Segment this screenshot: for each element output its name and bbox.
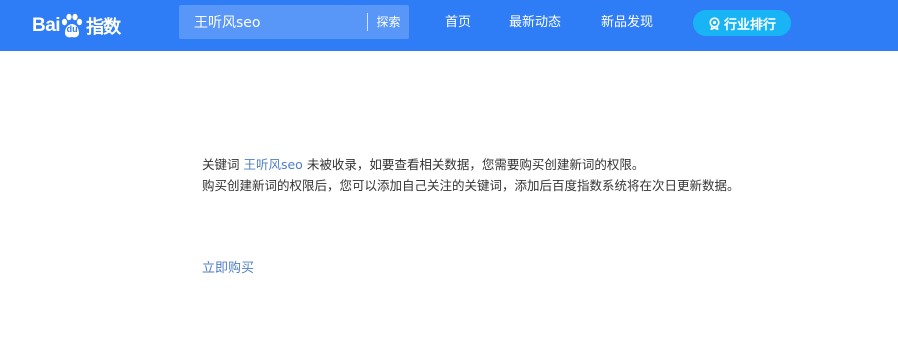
- baidu-index-logo[interactable]: Bai du 指数: [32, 8, 142, 44]
- nav-latest-news[interactable]: 最新动态: [509, 14, 561, 32]
- keyword-highlight: 王听风seo: [243, 157, 303, 172]
- top-header: Bai du 指数 探索 首页 最新动态 新品发现 行业排行: [0, 0, 898, 51]
- unindexed-keyword-message: 关键词 王听风seo 未被收录，如要查看相关数据，您需要购买创建新词的权限。 购…: [202, 154, 842, 196]
- message-prefix: 关键词: [202, 157, 244, 172]
- industry-ranking-button[interactable]: 行业排行: [693, 10, 791, 36]
- message-line-1: 关键词 王听风seo 未被收录，如要查看相关数据，您需要购买创建新词的权限。: [202, 154, 842, 175]
- search-box: 探索: [179, 5, 409, 39]
- explore-button[interactable]: 探索: [368, 5, 409, 39]
- buy-now-link[interactable]: 立即购买: [202, 260, 254, 278]
- nav-new-products[interactable]: 新品发现: [601, 14, 653, 32]
- trophy-icon: [708, 16, 721, 30]
- logo-text-bai: Bai: [32, 15, 61, 36]
- message-line-2: 购买创建新词的权限后，您可以添加自己关注的关键词，添加后百度指数系统将在次日更新…: [202, 178, 740, 193]
- logo-text-zhishu: 指数: [86, 17, 121, 38]
- message-suffix: 未被收录，如要查看相关数据，您需要购买创建新词的权限。: [302, 157, 645, 172]
- logo-text-du: du: [66, 24, 78, 34]
- ranking-button-label: 行业排行: [723, 17, 776, 33]
- nav-home[interactable]: 首页: [445, 14, 471, 32]
- search-input[interactable]: [179, 5, 367, 39]
- paw-icon: du: [61, 13, 83, 39]
